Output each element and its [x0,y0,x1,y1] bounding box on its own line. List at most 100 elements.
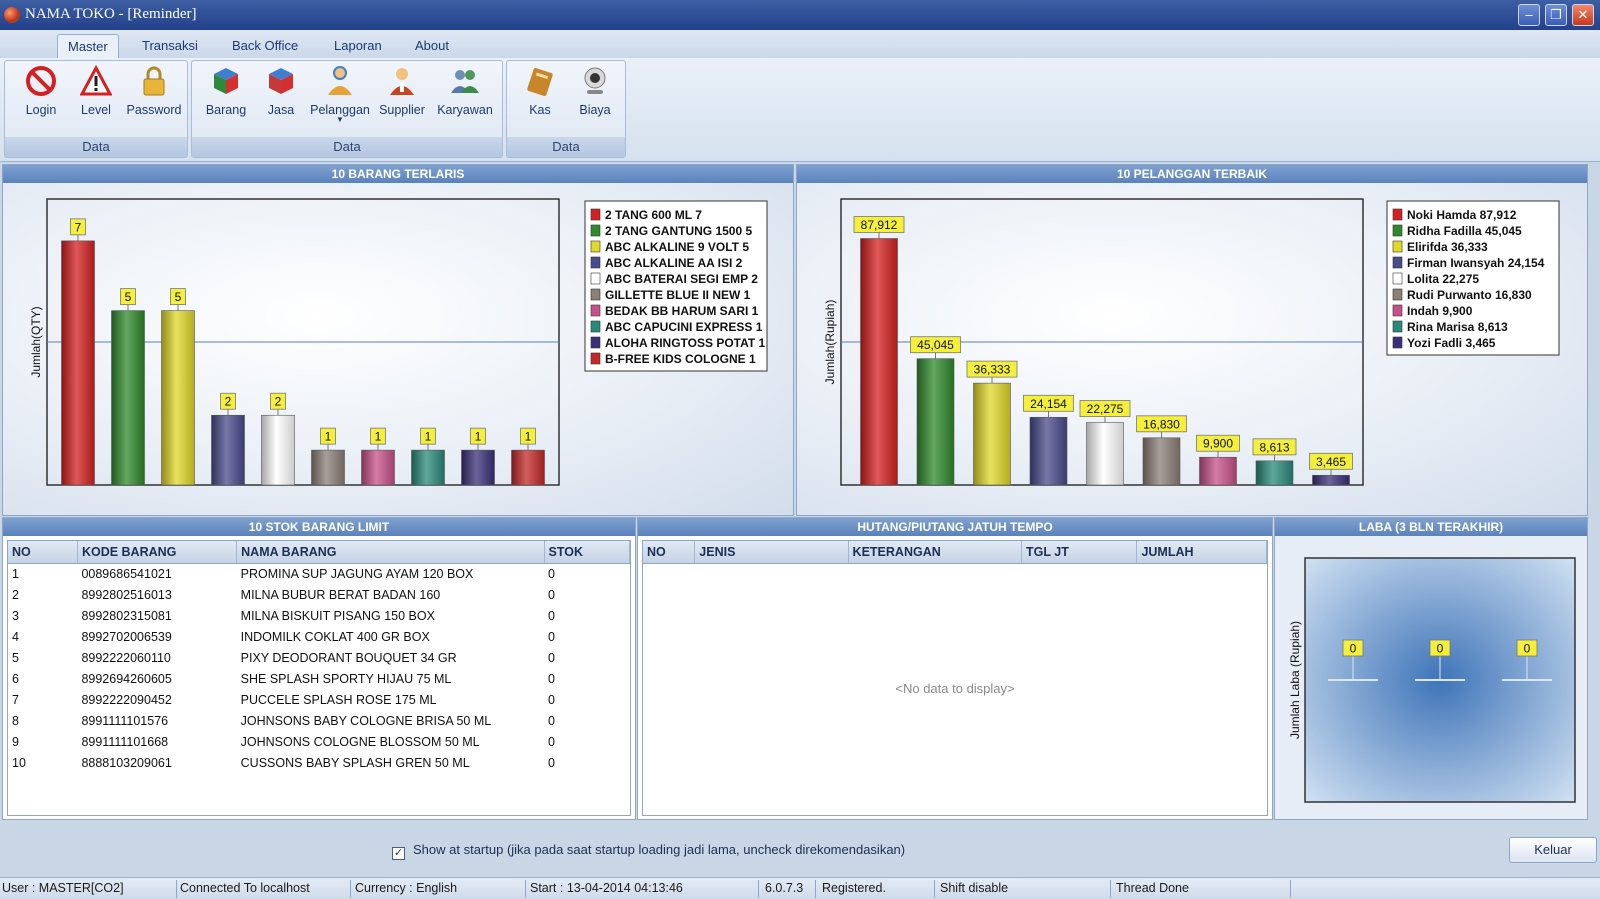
legend-entry: Lolita 22,275 [1407,272,1479,286]
data-label: 1 [525,430,532,444]
table-row[interactable]: 9 8991111101668 JOHNSONS COLOGNE BLOSSOM 5… [8,731,630,752]
close-button[interactable]: ✕ [1572,4,1594,26]
table-cell: 8992222090452 [81,692,172,707]
customer-icon [328,66,352,95]
table-row[interactable]: 10 8888103209061 CUSSONS BABY SPLASH GREN … [8,752,630,773]
y-axis-label: Jumlah(QTY) [29,306,43,377]
status-separator [815,880,816,898]
password-button[interactable]: Password [123,65,185,129]
bar-1 [61,240,95,486]
login-button[interactable]: Login [15,65,67,129]
karyawan-button[interactable]: Karyawan [432,65,498,129]
legend-swatch [590,208,601,221]
tab-about[interactable]: About [405,34,459,58]
status-bar: User : MASTER[CO2] Connected To localhos… [0,877,1600,899]
table-row[interactable]: 2 8992802516013 MILNA BUBUR BERAT BADAN 16… [8,584,630,605]
menu-bar: Master Transaksi Back Office Laporan Abo… [0,30,1600,58]
column-header[interactable]: KETERANGAN [848,541,1023,564]
column-header[interactable]: NAMA BARANG [236,541,545,564]
top-customers-panel: 10 PELANGGAN TERBAIK Jumlah(Rupiah) 87,91… [796,164,1588,516]
tab-laporan[interactable]: Laporan [324,34,392,58]
jasa-button[interactable]: Jasa [256,65,306,129]
tab-back-office[interactable]: Back Office [222,34,308,58]
table-row[interactable]: 3 8992802315081 MILNA BISKUIT PISANG 150 B… [8,605,630,626]
data-label: 2 [275,395,282,409]
pelanggan-button[interactable]: Pelanggan ▼ [308,65,372,129]
level-button[interactable]: Level [71,65,121,129]
legend-swatch [1392,304,1403,317]
column-header[interactable]: STOK [544,541,631,564]
legend-swatch [590,272,601,285]
padlock-icon [143,66,165,96]
status-user: User : MASTER[CO2] [2,881,124,895]
column-header[interactable]: TGL JT [1021,541,1138,564]
legend-swatch [590,320,601,333]
bar-5 [261,414,295,486]
legend-swatch [590,240,601,253]
table-row[interactable]: 6 8992694260605 SHE SPLASH SPORTY HIJAU 75… [8,668,630,689]
table-cell: 8991111101668 [81,734,169,749]
profit-chart-area: Jumlah Laba (Rupiah) 0 0 0 [1275,536,1587,819]
legend-swatch [1392,272,1403,285]
legend-entry: Firman Iwansyah 24,154 [1407,256,1545,270]
legend-swatch [1392,336,1403,349]
bar-5 [1086,422,1124,486]
legend-swatch [590,224,601,237]
table-row[interactable]: 5 8992222060110 PIXY DEODORANT BOUQUET 34 … [8,647,630,668]
data-label: 7 [75,220,82,234]
barang-button[interactable]: Barang [200,65,252,129]
legend-entry: 2 TANG 600 ML 7 [605,208,702,222]
restore-button[interactable]: ❐ [1545,4,1567,26]
legend-entry: GILLETTE BLUE II NEW 1 [605,288,751,302]
legend-entry: Ridha Fadilla 45,045 [1407,224,1522,238]
startup-label: Show at startup (jika pada saat startup … [413,842,906,857]
table-cell: 0 [548,629,555,644]
bar-10 [511,449,545,486]
table-row[interactable]: 8 8991111101576 JOHNSONS BABY COLOGNE BRIS… [8,710,630,731]
legend-entry: Indah 9,900 [1407,304,1473,318]
table-cell: 5 [12,650,19,665]
legend-entry: ABC CAPUCINI EXPRESS 1 [605,320,763,334]
top-customers-chart: Jumlah(Rupiah) 87,912 45,045 36,333 24,154 22… [823,198,1560,486]
bar-8 [1255,460,1294,486]
due-grid[interactable]: NO JENIS KETERANGAN TGL JT JUMLAH <No data t… [642,540,1268,816]
webcam-icon [584,67,606,94]
table-cell: 8992222060110 [81,650,171,665]
minimize-button[interactable]: – [1518,4,1540,26]
biaya-button[interactable]: Biaya [569,65,621,129]
column-header[interactable]: JENIS [694,541,849,564]
kas-button[interactable]: Kas [515,65,565,129]
stock-table: NO KODE BARANG NAMA BARANG STOK 1 0089686541… [8,541,631,773]
supplier-button[interactable]: Supplier [374,65,430,129]
table-row[interactable]: 1 0089686541021 PROMINA SUP JAGUNG AYAM 12… [8,563,630,584]
exit-button[interactable]: Keluar [1509,837,1597,863]
table-cell: 0 [548,692,555,707]
legend-swatch [590,256,601,269]
app-icon [4,7,20,23]
show-at-startup[interactable]: ✓ Show at startup (jika pada saat startup… [392,842,905,860]
startup-checkbox[interactable]: ✓ [392,847,405,860]
column-header[interactable]: NO [8,541,78,564]
table-row[interactable]: 7 8992222090452 PUCCELE SPLASH ROSE 175 ML… [8,689,630,710]
empty-message: <No data to display> [895,681,1015,696]
table-cell: JOHNSONS COLOGNE BLOSSOM 50 ML [240,734,480,749]
data-label: 0 [1437,642,1444,656]
cube-icon [269,68,293,94]
table-row[interactable]: 4 8992702006539 INDOMILK COKLAT 400 GR BOX… [8,626,630,647]
status-shift: Shift disable [940,881,1009,895]
column-header[interactable]: JUMLAH [1136,541,1267,564]
bar-9 [461,449,495,486]
bar-8 [411,449,445,486]
table-cell: 6 [12,671,19,686]
tab-master[interactable]: Master [57,34,119,58]
profit-chart: Jumlah Laba (Rupiah) 0 0 0 [1288,557,1576,803]
stock-grid[interactable]: NO KODE BARANG NAMA BARANG STOK 1 0089686541… [7,540,631,816]
table-cell: 0 [548,713,555,728]
tab-transaksi[interactable]: Transaksi [132,34,208,58]
column-header[interactable]: KODE BARANG [77,541,238,564]
table-cell: MILNA BISKUIT PISANG 150 BOX [240,608,435,623]
status-registration: Registered. [822,881,886,895]
column-header[interactable]: NO [643,541,696,564]
legend-entry: ABC BATERAI SEGI EMP 2 [605,272,758,286]
table-cell: CUSSONS BABY SPLASH GREN 50 ML [240,755,470,770]
